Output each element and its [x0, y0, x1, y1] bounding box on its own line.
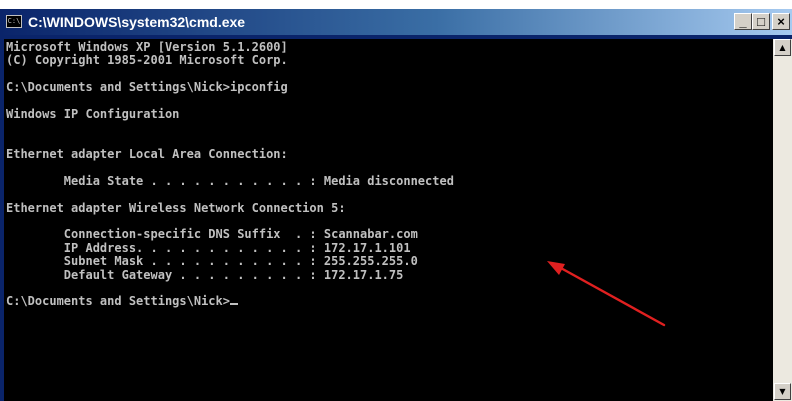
- console-line-version: Microsoft Windows XP [Version 5.1.2600]: [6, 40, 288, 54]
- console-line-copyright: (C) Copyright 1985-2001 Microsoft Corp.: [6, 53, 288, 68]
- console-line-ip-config-header: Windows IP Configuration: [6, 106, 180, 121]
- console-line-default-gateway: Default Gateway . . . . . . . . . : 172.…: [6, 267, 404, 282]
- console-output[interactable]: Microsoft Windows XP [Version 5.1.2600] …: [4, 39, 773, 401]
- cmd-window: C:\ C:\WINDOWS\system32\cmd.exe _ □ × Mi…: [0, 9, 792, 401]
- vertical-scrollbar[interactable]: ▲ ▼: [773, 39, 792, 401]
- console-line-blank: [6, 188, 454, 201]
- maximize-button[interactable]: □: [752, 13, 770, 30]
- cmd-icon[interactable]: C:\: [6, 15, 22, 28]
- console-line-blank: [6, 95, 454, 108]
- close-button[interactable]: ×: [772, 13, 790, 30]
- console-line-command: C:\Documents and Settings\Nick>ipconfig: [6, 80, 288, 95]
- scroll-down-arrow-icon[interactable]: ▼: [774, 383, 791, 400]
- scroll-up-arrow-icon[interactable]: ▲: [774, 39, 791, 56]
- ip-address-line: IP Address. . . . . . . . . . . . : 172.…: [6, 240, 411, 255]
- console-line-wireless-adapter: Ethernet adapter Wireless Network Connec…: [6, 200, 346, 215]
- console-line-blank: [6, 121, 454, 134]
- console-line-media-state: Media State . . . . . . . . . . . : Medi…: [6, 173, 454, 188]
- console-line-blank: [6, 162, 454, 175]
- title-bar[interactable]: C:\ C:\WINDOWS\system32\cmd.exe _ □ ×: [0, 9, 792, 35]
- scroll-track[interactable]: [773, 56, 792, 383]
- console-line-dns-suffix: Connection-specific DNS Suffix . : Scann…: [6, 227, 418, 242]
- console-line-blank: [6, 68, 454, 81]
- console-line-blank: [6, 282, 454, 295]
- window-title: C:\WINDOWS\system32\cmd.exe: [28, 14, 246, 30]
- console-line-blank: [6, 135, 454, 148]
- minimize-button[interactable]: _: [734, 13, 752, 30]
- console-lines: Microsoft Windows XP [Version 5.1.2600] …: [6, 40, 454, 309]
- console-line-subnet-mask: Subnet Mask . . . . . . . . . . . : 255.…: [6, 254, 418, 269]
- text-cursor: [229, 303, 238, 306]
- console-line-lan-adapter: Ethernet adapter Local Area Connection:: [6, 147, 288, 162]
- console-line-blank: [6, 215, 454, 228]
- console-prompt: C:\Documents and Settings\Nick>: [6, 294, 230, 309]
- console-prompt-line[interactable]: C:\Documents and Settings\Nick>: [6, 295, 454, 308]
